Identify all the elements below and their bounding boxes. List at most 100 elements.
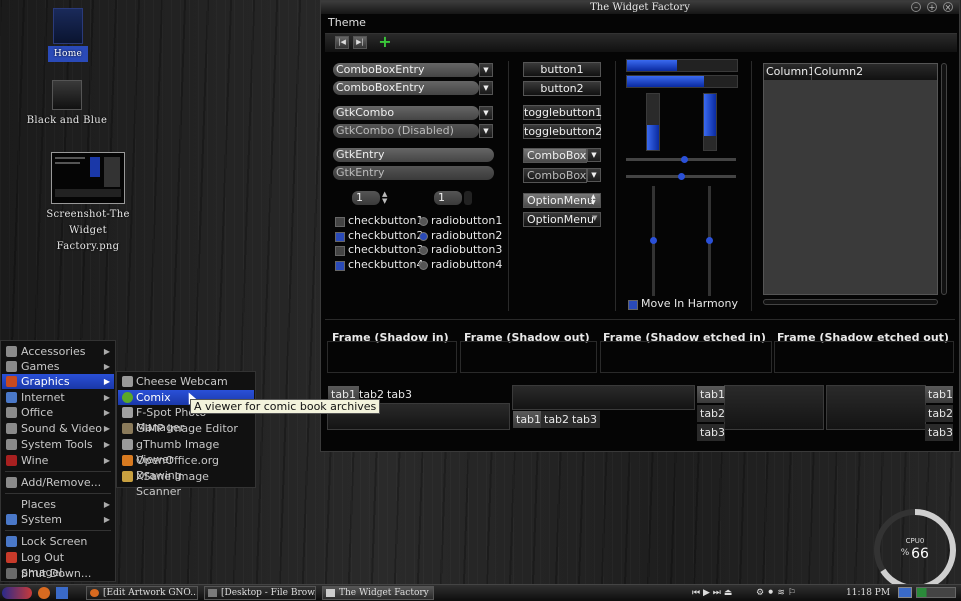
menu-item-sound-video[interactable]: Sound & Video ▶ xyxy=(2,421,114,436)
chevron-right-icon: ▶ xyxy=(103,515,110,524)
tab-left-2[interactable]: tab2 xyxy=(697,405,725,422)
menu-item-graphics[interactable]: Graphics ▶ xyxy=(2,374,114,389)
desktop-icon-screenshot[interactable]: Screenshot-The Widget Factory.png xyxy=(38,152,138,255)
chevron-down-icon[interactable]: ▼ xyxy=(587,148,601,162)
slider-handle-icon[interactable] xyxy=(678,173,685,180)
gthumb-icon xyxy=(122,439,133,450)
optionmenu-1[interactable]: OptionMenu xyxy=(523,193,601,208)
submenu-item-xsane[interactable]: XSane Image Scanner xyxy=(118,469,254,498)
clock[interactable]: 11:18 PM xyxy=(846,587,890,599)
menu-item-internet[interactable]: Internet ▶ xyxy=(2,390,114,405)
submenu-item-gimp[interactable]: GIMP Image Editor xyxy=(118,421,254,436)
chevron-down-icon[interactable]: ▼ xyxy=(479,81,493,95)
submenu-item-cheese[interactable]: Cheese Webcam Booth xyxy=(118,374,254,403)
tab-bottom-1[interactable]: tab1 xyxy=(513,411,545,428)
submenu-item-ooo-draw[interactable]: OpenOffice.org Drawing xyxy=(118,453,254,482)
menu-item-accessories[interactable]: Accessories ▶ xyxy=(2,344,114,359)
menu-item-games[interactable]: Games ▶ xyxy=(2,359,114,374)
radiobutton-3[interactable]: radiobutton3 xyxy=(419,243,502,257)
task-file-browser[interactable]: [Desktop - File Brow... xyxy=(204,586,316,600)
media-controls[interactable]: ⏮ ▶ ⏭ ⏏ xyxy=(692,587,732,599)
system-tray-icons[interactable]: ⚙ ⚫ ≋ ⚐ xyxy=(756,587,796,599)
chevron-down-icon[interactable]: ▼ xyxy=(479,63,493,77)
column-header[interactable]: Column1 xyxy=(764,64,815,80)
gtkentry-1[interactable]: GtkEntry xyxy=(333,148,494,162)
maximize-icon[interactable]: + xyxy=(927,2,937,12)
window-titlebar[interactable]: The Widget Factory – + × xyxy=(321,1,959,14)
optionmenu-2[interactable]: OptionMenu xyxy=(523,212,601,227)
task-widget-factory[interactable]: The Widget Factory xyxy=(322,586,434,600)
checkbutton-1[interactable]: checkbutton1 xyxy=(335,214,424,228)
vertical-scrollbar[interactable] xyxy=(941,63,947,295)
games-icon xyxy=(6,361,17,372)
desktop-icon-black-and-blue[interactable]: Black and Blue xyxy=(22,80,112,129)
menu-item-office[interactable]: Office ▶ xyxy=(2,405,114,420)
gtkcombo[interactable]: GtkCombo xyxy=(333,106,479,120)
radiobutton-2[interactable]: radiobutton2 xyxy=(419,229,502,243)
skip-forward-icon[interactable]: ▶| xyxy=(353,36,367,49)
treeview[interactable]: Column1 Column2 xyxy=(763,63,938,295)
close-icon[interactable]: × xyxy=(943,2,953,12)
tab-right-2[interactable]: tab2 xyxy=(925,405,953,422)
main-menu-icon[interactable] xyxy=(2,587,32,599)
slider-handle-icon[interactable] xyxy=(706,237,713,244)
skip-back-icon[interactable]: |◀ xyxy=(335,36,349,49)
menu-item-system-tools[interactable]: System Tools ▶ xyxy=(2,437,114,452)
menu-theme[interactable]: Theme xyxy=(328,16,366,29)
checkbutton-4[interactable]: checkbutton4 xyxy=(335,258,424,272)
checkbutton-3[interactable]: checkbutton3 xyxy=(335,243,424,257)
radiobutton-1[interactable]: radiobutton1 xyxy=(419,214,502,228)
task-edit-artwork[interactable]: [Edit Artwork GNO... xyxy=(86,586,198,600)
add-icon[interactable]: + xyxy=(378,34,392,50)
tab-bottom-2[interactable]: tab2 xyxy=(541,411,573,428)
slider-handle-icon[interactable] xyxy=(650,237,657,244)
menu-item-shut-down[interactable]: Shut Down... xyxy=(2,566,114,581)
monitor-icon[interactable] xyxy=(898,587,912,598)
button2[interactable]: button2 xyxy=(523,81,601,96)
spinbutton-2[interactable]: 1 xyxy=(434,191,462,205)
gtkentry-2[interactable]: GtkEntry xyxy=(333,166,494,180)
checkbutton-2[interactable]: checkbutton2 xyxy=(335,229,424,243)
comboboxentry-2[interactable]: ComboBoxEntry xyxy=(333,81,479,95)
workspace-switcher-icon[interactable] xyxy=(916,587,956,598)
tab-right-3[interactable]: tab3 xyxy=(925,424,953,441)
radiobutton-4[interactable]: radiobutton4 xyxy=(419,258,502,272)
spinbutton-1[interactable]: 1 xyxy=(352,191,380,205)
tab-left-3[interactable]: tab3 xyxy=(697,424,725,441)
office-icon xyxy=(6,407,17,418)
slider-handle-icon[interactable] xyxy=(681,156,688,163)
spin-arrows-icon[interactable]: ▲ ▼ xyxy=(382,191,387,205)
menu-item-wine[interactable]: Wine ▶ xyxy=(2,453,114,468)
combobox-1[interactable]: ComboBox xyxy=(523,148,587,163)
tab-left-1[interactable]: tab1 xyxy=(697,386,725,403)
task-label: [Desktop - File Brow... xyxy=(221,588,316,598)
updown-icon: ▲ ▼ xyxy=(591,193,596,206)
comboboxentry-1[interactable]: ComboBoxEntry xyxy=(333,63,479,77)
horizontal-scrollbar[interactable] xyxy=(763,299,938,305)
system-icon xyxy=(6,514,17,525)
menu-item-log-out[interactable]: Log Out pmagel... xyxy=(2,550,114,579)
togglebutton2[interactable]: togglebutton2 xyxy=(523,124,602,139)
menu-item-add-remove[interactable]: Add/Remove... xyxy=(2,475,114,490)
menu-item-system[interactable]: System ▶ xyxy=(2,512,114,527)
tab-right-1[interactable]: tab1 xyxy=(925,386,953,403)
chevron-down-icon[interactable]: ▼ xyxy=(479,106,493,120)
move-in-harmony-checkbox[interactable]: Move In Harmony xyxy=(628,297,738,311)
firefox-icon[interactable] xyxy=(38,587,50,599)
button1[interactable]: button1 xyxy=(523,62,601,77)
chevron-down-icon[interactable]: ▼ xyxy=(587,168,601,182)
spin-arrows-icon[interactable] xyxy=(464,191,472,205)
system-tools-icon xyxy=(6,439,17,450)
minimize-icon[interactable]: – xyxy=(911,2,921,12)
combobox-2[interactable]: ComboBox xyxy=(523,168,587,183)
menu-item-lock-screen[interactable]: Lock Screen xyxy=(2,534,114,549)
tab-top-3[interactable]: tab3 xyxy=(384,386,415,403)
column-header[interactable]: Column2 xyxy=(812,64,937,80)
togglebutton1[interactable]: togglebutton1 xyxy=(523,105,602,120)
submenu-item-gthumb[interactable]: gThumb Image Viewer xyxy=(118,437,254,466)
menu-item-places[interactable]: Places ▶ xyxy=(2,497,114,512)
tab-bottom-3[interactable]: tab3 xyxy=(569,411,601,428)
desktop-icon-home[interactable]: Home xyxy=(48,8,88,62)
submenu-item-label: XSane Image Scanner xyxy=(136,470,209,498)
launcher-icon[interactable] xyxy=(56,587,68,599)
